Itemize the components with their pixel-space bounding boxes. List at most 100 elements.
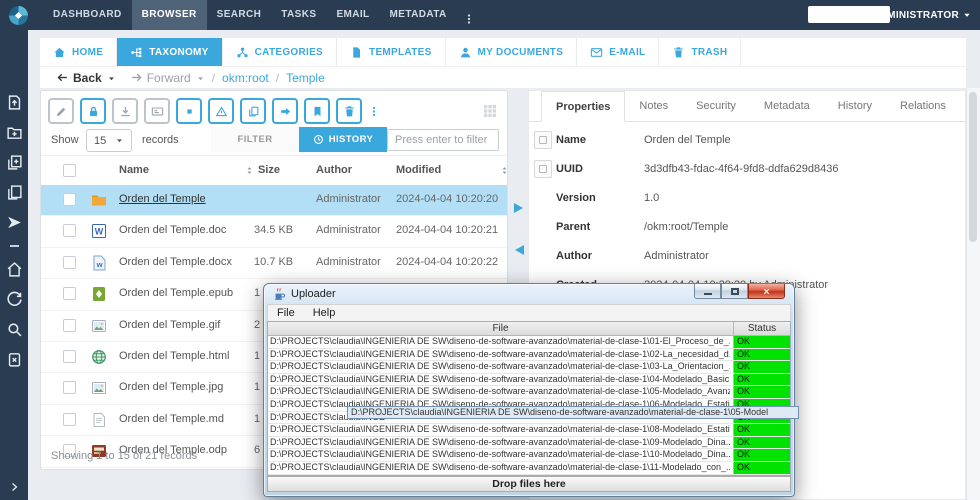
document-link[interactable]: Orden del Temple.docx bbox=[119, 256, 232, 268]
toolbar-trash-button[interactable] bbox=[336, 98, 362, 124]
drop-files-area[interactable]: Drop files here bbox=[267, 476, 791, 492]
minimize-button[interactable] bbox=[694, 284, 721, 299]
upload-row[interactable]: D:\PROJECTS\claudia\INGENIERIA DE SW\dis… bbox=[268, 361, 790, 374]
row-checkbox[interactable] bbox=[63, 193, 76, 206]
upload-document-icon[interactable] bbox=[6, 94, 23, 111]
delete-box-icon[interactable] bbox=[6, 351, 23, 368]
go-home-icon[interactable] bbox=[6, 261, 23, 278]
nav-item-metadata[interactable]: METADATA bbox=[380, 0, 457, 30]
row-checkbox[interactable] bbox=[63, 256, 76, 269]
menu-help[interactable]: Help bbox=[304, 307, 345, 319]
upload-row[interactable]: D:\PROJECTS\claudia\INGENIERIA DE SW\dis… bbox=[268, 349, 790, 362]
nav-item-dashboard[interactable]: DASHBOARD bbox=[43, 0, 132, 30]
tab-trash[interactable]: TRASH bbox=[659, 38, 741, 66]
row-checkbox[interactable] bbox=[63, 224, 76, 237]
properties-tab-history[interactable]: History bbox=[824, 91, 886, 121]
breadcrumb-link-root[interactable]: okm:root bbox=[222, 71, 269, 85]
document-link[interactable]: Orden del Temple.html bbox=[119, 350, 229, 362]
close-button[interactable] bbox=[748, 284, 785, 299]
table-row[interactable]: Orden del Temple Administrator 2024-04-0… bbox=[41, 185, 507, 216]
expand-chevron-icon[interactable] bbox=[8, 481, 20, 493]
column-header-modified[interactable]: Modified bbox=[396, 164, 441, 176]
page-size-select[interactable]: 15 bbox=[86, 129, 132, 152]
row-checkbox[interactable] bbox=[63, 350, 76, 363]
nav-item-email[interactable]: EMAIL bbox=[326, 0, 379, 30]
column-header-author[interactable]: Author bbox=[316, 164, 352, 176]
history-tab[interactable]: HISTORY bbox=[299, 127, 387, 152]
sort-icon[interactable] bbox=[245, 164, 254, 177]
upload-row[interactable]: D:\PROJECTS\claudia\INGENIERIA DE SW\dis… bbox=[268, 462, 790, 475]
uploader-window[interactable]: Uploader File Help File Status D:\PROJEC… bbox=[263, 283, 795, 497]
row-checkbox[interactable] bbox=[63, 319, 76, 332]
toolbar-download-button[interactable] bbox=[112, 98, 138, 124]
document-link[interactable]: Orden del Temple.md bbox=[119, 413, 224, 425]
tab-home[interactable]: HOME bbox=[40, 38, 117, 66]
upload-row[interactable]: D:\PROJECTS\claudia\INGENIERIA DE SW\dis… bbox=[268, 374, 790, 387]
search-icon[interactable] bbox=[6, 321, 23, 338]
more-vertical-icon[interactable] bbox=[463, 12, 475, 26]
toolbar-alert-triangle-button[interactable] bbox=[208, 98, 234, 124]
toolbar-lock-button[interactable] bbox=[80, 98, 106, 124]
properties-tab-properties[interactable]: Properties bbox=[541, 91, 625, 122]
nav-item-tasks[interactable]: TASKS bbox=[271, 0, 326, 30]
document-link[interactable]: Orden del Temple.gif bbox=[119, 319, 220, 331]
user-menu[interactable]: ADMINISTRATOR bbox=[872, 0, 972, 30]
toolbar-stop-square-button[interactable] bbox=[176, 98, 202, 124]
upload-row[interactable]: D:\PROJECTS\claudia\INGENIERIA DE SW\dis… bbox=[268, 424, 790, 437]
row-checkbox[interactable] bbox=[63, 381, 76, 394]
column-header-name[interactable]: Name bbox=[119, 164, 149, 176]
upload-row[interactable]: D:\PROJECTS\claudia\INGENIERIA DE SW\dis… bbox=[268, 437, 790, 450]
toolbar-copy-button[interactable] bbox=[240, 98, 266, 124]
expand-panel-arrow-icon[interactable] bbox=[514, 203, 528, 213]
properties-tab-relations[interactable]: Relations bbox=[886, 91, 960, 121]
row-checkbox[interactable] bbox=[63, 287, 76, 300]
document-link[interactable]: Orden del Temple.jpg bbox=[119, 381, 223, 393]
add-documents-icon[interactable] bbox=[6, 154, 23, 171]
row-checkbox[interactable] bbox=[63, 413, 76, 426]
create-folder-icon[interactable] bbox=[6, 124, 23, 141]
sort-icon[interactable] bbox=[500, 164, 509, 177]
upload-row[interactable]: D:\PROJECTS\claudia\INGENIERIA DE SW\dis… bbox=[268, 336, 790, 349]
nav-item-browser[interactable]: BROWSER bbox=[132, 0, 207, 30]
tab-templates[interactable]: TEMPLATES bbox=[337, 38, 446, 66]
toolbar-id-card-button[interactable] bbox=[144, 98, 170, 124]
maximize-button[interactable] bbox=[721, 284, 748, 299]
table-row[interactable]: W Orden del Temple.doc 34.5 KB Administr… bbox=[41, 216, 507, 247]
forward-button[interactable]: Forward bbox=[130, 71, 205, 85]
scrollbar-thumb[interactable] bbox=[969, 92, 977, 242]
upload-row[interactable]: D:\PROJECTS\claudia\INGENIERIA DE SW\dis… bbox=[268, 449, 790, 462]
grid-icon[interactable] bbox=[482, 103, 498, 119]
tab-my-documents[interactable]: MY DOCUMENTS bbox=[446, 38, 578, 66]
collapse-panel-arrow-icon[interactable] bbox=[510, 245, 524, 255]
document-link[interactable]: Orden del Temple.epub bbox=[119, 287, 233, 299]
properties-tab-metadata[interactable]: Metadata bbox=[750, 91, 824, 121]
properties-tab-notes[interactable]: Notes bbox=[625, 91, 682, 121]
document-link[interactable]: Orden del Temple bbox=[119, 193, 206, 205]
table-row[interactable]: w Orden del Temple.docx 10.7 KB Administ… bbox=[41, 248, 507, 279]
upload-column-file[interactable]: File bbox=[268, 322, 733, 335]
document-link[interactable]: Orden del Temple.doc bbox=[119, 224, 226, 236]
toolbar-arrow-right-button[interactable] bbox=[272, 98, 298, 124]
caret-down-icon[interactable] bbox=[196, 74, 205, 83]
uploader-titlebar[interactable]: Uploader bbox=[264, 284, 794, 304]
column-header-size[interactable]: Size bbox=[258, 164, 280, 176]
nav-item-search[interactable]: SEARCH bbox=[207, 0, 272, 30]
copy-documents-icon[interactable] bbox=[6, 184, 23, 201]
select-all-checkbox[interactable] bbox=[63, 164, 76, 177]
breadcrumb-link-folder[interactable]: Temple bbox=[286, 71, 325, 85]
copy-button[interactable] bbox=[534, 131, 552, 149]
send-icon[interactable] bbox=[6, 214, 23, 231]
properties-tab-security[interactable]: Security bbox=[682, 91, 750, 121]
filter-tab[interactable]: FILTER bbox=[211, 127, 299, 152]
caret-down-icon[interactable] bbox=[107, 74, 116, 83]
copy-button[interactable] bbox=[534, 160, 552, 178]
tab-e-mail[interactable]: E-MAIL bbox=[577, 38, 659, 66]
upload-row[interactable]: D:\PROJECTS\claudia\INGENIERIA DE SW\dis… bbox=[268, 386, 790, 399]
back-button[interactable]: Back bbox=[56, 71, 116, 85]
refresh-icon[interactable] bbox=[6, 291, 23, 308]
toolbar-edit-pencil-button[interactable] bbox=[48, 98, 74, 124]
tab-categories[interactable]: CATEGORIES bbox=[223, 38, 337, 66]
menu-file[interactable]: File bbox=[268, 307, 304, 319]
toolbar-bookmark-button[interactable] bbox=[304, 98, 330, 124]
toolbar-more-vertical-button[interactable] bbox=[368, 98, 380, 124]
